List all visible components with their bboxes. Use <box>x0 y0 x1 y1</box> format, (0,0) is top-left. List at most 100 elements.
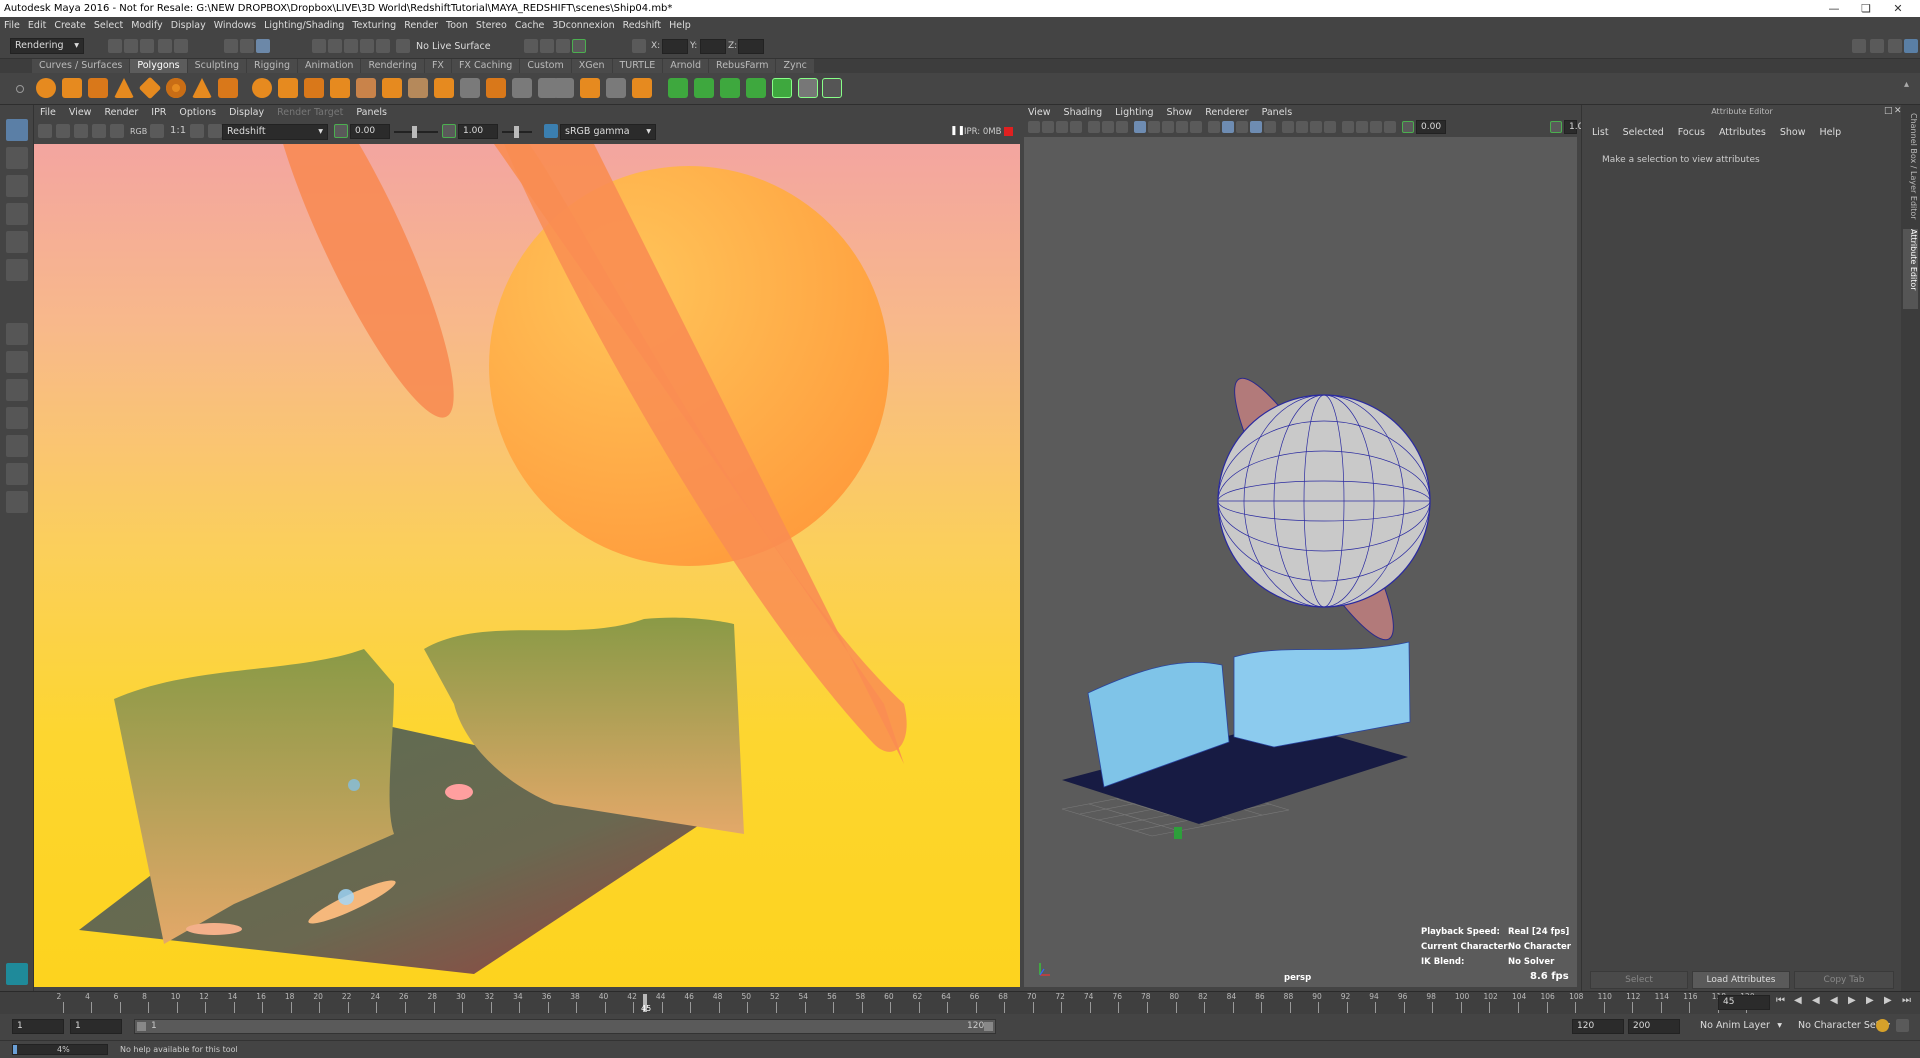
shelf-tab-animation[interactable]: Animation <box>298 59 361 73</box>
image-plane-icon[interactable] <box>1070 121 1082 133</box>
snap-point-icon[interactable] <box>344 39 358 53</box>
poly-torus-icon[interactable] <box>166 78 186 98</box>
wireframe-icon[interactable] <box>1134 121 1146 133</box>
load-attributes-button[interactable]: Load Attributes <box>1692 971 1790 989</box>
grid-icon[interactable] <box>1088 121 1100 133</box>
shelf-tab-sculpting[interactable]: Sculpting <box>187 59 247 73</box>
shelf-tab-turtle[interactable]: TURTLE <box>612 59 663 73</box>
viewport-menu-panels[interactable]: Panels <box>1262 107 1293 118</box>
shelf-tab-polygons[interactable]: Polygons <box>130 59 187 73</box>
menu-select[interactable]: Select <box>94 20 123 31</box>
anim-end-field[interactable]: 200 <box>1628 1019 1680 1034</box>
transform-mode-icon[interactable] <box>632 39 646 53</box>
hud-icon[interactable] <box>1356 121 1368 133</box>
preferences-icon[interactable] <box>1896 1019 1909 1032</box>
render-menu-file[interactable]: File <box>40 107 56 118</box>
select-hierarchy-icon[interactable] <box>224 39 238 53</box>
ambient-occlusion-icon[interactable] <box>1222 121 1234 133</box>
snap-surface-icon[interactable] <box>376 39 390 53</box>
ipr-render-icon[interactable] <box>540 39 554 53</box>
playback-end-field[interactable]: 120 <box>1572 1019 1624 1034</box>
render-menu-panels[interactable]: Panels <box>356 107 387 118</box>
xray-joints-icon[interactable] <box>1310 121 1322 133</box>
display-region-icon[interactable] <box>208 124 222 138</box>
ae-menu-selected[interactable]: Selected <box>1623 127 1664 138</box>
play-back-icon[interactable]: ◀ <box>1830 995 1838 1006</box>
workspace-icon[interactable] <box>1852 39 1866 53</box>
snap-curve-icon[interactable] <box>328 39 342 53</box>
menu-display[interactable]: Display <box>171 20 206 31</box>
poly-pyramid-icon[interactable] <box>192 78 212 98</box>
current-time-field[interactable]: 45 <box>1718 995 1770 1010</box>
viewport-menu-shading[interactable]: Shading <box>1064 107 1103 118</box>
step-forward-key-icon[interactable]: ▶ <box>1884 995 1892 1006</box>
planar-map-icon[interactable] <box>606 78 626 98</box>
select-button[interactable]: Select <box>1590 971 1688 989</box>
poly-cone-icon[interactable] <box>114 78 134 98</box>
merge-icon[interactable] <box>460 78 480 98</box>
range-start-handle[interactable] <box>137 1022 146 1031</box>
exposure-slider-handle[interactable] <box>412 126 417 138</box>
poly-plane-icon[interactable] <box>138 76 162 100</box>
step-back-key-icon[interactable]: ◀ <box>1794 995 1802 1006</box>
side-by-side-icon[interactable] <box>6 379 28 401</box>
render-menu-render[interactable]: Render <box>104 107 138 118</box>
save-scene-icon[interactable] <box>140 39 154 53</box>
combine-icon[interactable] <box>252 78 272 98</box>
symmetry-icon[interactable] <box>822 78 842 98</box>
menu-stereo[interactable]: Stereo <box>476 20 507 31</box>
exposure-toggle-icon[interactable] <box>1402 121 1414 133</box>
goto-end-icon[interactable]: ⏭ <box>1902 995 1911 1006</box>
copy-tab-button[interactable]: Copy Tab <box>1794 971 1894 989</box>
viewport-menu-lighting[interactable]: Lighting <box>1115 107 1153 118</box>
shelf-tab-fx-caching[interactable]: FX Caching <box>451 59 520 73</box>
shelf-tab-xgen[interactable]: XGen <box>571 59 612 73</box>
channel-box-toggle-icon[interactable] <box>1888 39 1902 53</box>
motion-blur-icon[interactable] <box>1236 121 1248 133</box>
y-field[interactable] <box>700 39 726 54</box>
xray-components-icon[interactable] <box>1324 121 1336 133</box>
shelf-tab-custom[interactable]: Custom <box>520 59 571 73</box>
menu-3dconnexion[interactable]: 3Dconnexion <box>552 20 614 31</box>
shelf-tab-rebusfarm[interactable]: RebusFarm <box>709 59 776 73</box>
viewport-exposure-field[interactable]: 0.00 <box>1416 120 1446 134</box>
outliner-layout-icon[interactable] <box>6 463 28 485</box>
gamma-reset-icon[interactable] <box>442 124 456 138</box>
undo-icon[interactable] <box>158 39 172 53</box>
goto-start-icon[interactable]: ⏮ <box>1776 995 1785 1006</box>
tab-attribute-editor[interactable]: Attribute Editor <box>1903 229 1918 309</box>
fit-view-icon[interactable] <box>190 124 204 138</box>
shelf-tab-fx[interactable]: FX <box>424 59 451 73</box>
shelf-tab-zync[interactable]: Zync <box>776 59 814 73</box>
move-tool-icon[interactable] <box>6 203 28 225</box>
cut-uv-icon[interactable] <box>746 78 766 98</box>
playback-start-field[interactable]: 1 <box>70 1019 122 1034</box>
four-view-icon[interactable] <box>6 351 28 373</box>
outliner-toggle-icon[interactable] <box>1870 39 1884 53</box>
menu-lighting-shading[interactable]: Lighting/Shading <box>264 20 344 31</box>
auto-key-icon[interactable] <box>1876 1019 1889 1032</box>
anti-alias-icon[interactable] <box>1250 121 1262 133</box>
menu-texturing[interactable]: Texturing <box>352 20 396 31</box>
render-menu-display[interactable]: Display <box>229 107 264 118</box>
gamma-field[interactable]: 1.00 <box>458 124 498 139</box>
render-menu-options[interactable]: Options <box>179 107 216 118</box>
z-field[interactable] <box>738 39 764 54</box>
keep-image-icon[interactable] <box>92 124 106 138</box>
select-component-icon[interactable] <box>256 39 270 53</box>
exposure-reset-icon[interactable] <box>334 124 348 138</box>
smooth-icon[interactable] <box>304 78 324 98</box>
insert-loop-icon[interactable] <box>486 78 506 98</box>
layout-extra-icon[interactable] <box>6 491 28 513</box>
menu-edit[interactable]: Edit <box>28 20 46 31</box>
menu-windows[interactable]: Windows <box>214 20 256 31</box>
snap-view-icon[interactable] <box>360 39 374 53</box>
field-chart-icon[interactable] <box>1384 121 1396 133</box>
viewport-menu-renderer[interactable]: Renderer <box>1205 107 1248 118</box>
poly-cube-icon[interactable] <box>62 78 82 98</box>
menu-redshift[interactable]: Redshift <box>623 20 662 31</box>
shadows-icon[interactable] <box>1208 121 1220 133</box>
backface-icon[interactable] <box>1342 121 1354 133</box>
new-scene-icon[interactable] <box>108 39 122 53</box>
play-forward-icon[interactable]: ▶ <box>1848 995 1856 1006</box>
